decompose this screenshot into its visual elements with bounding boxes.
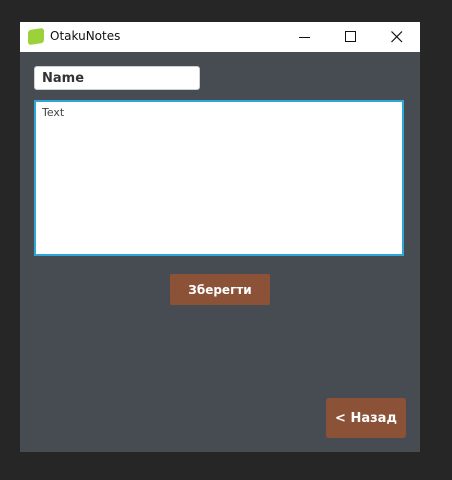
text-field[interactable]: Text [34,100,404,256]
title-bar[interactable]: OtakuNotes [20,22,420,52]
minimize-button[interactable] [282,22,328,52]
app-window: OtakuNotes Name Text Зберегти < Назад [20,22,420,452]
app-logo-icon [28,27,44,46]
maximize-button[interactable] [328,22,374,52]
window-title: OtakuNotes [50,29,121,43]
back-button[interactable]: < Назад [326,398,406,438]
minimize-icon [299,37,310,38]
save-button[interactable]: Зберегти [170,274,270,305]
name-field[interactable]: Name [34,66,200,90]
close-icon [391,31,403,43]
close-button[interactable] [374,22,420,52]
maximize-icon [345,31,356,42]
